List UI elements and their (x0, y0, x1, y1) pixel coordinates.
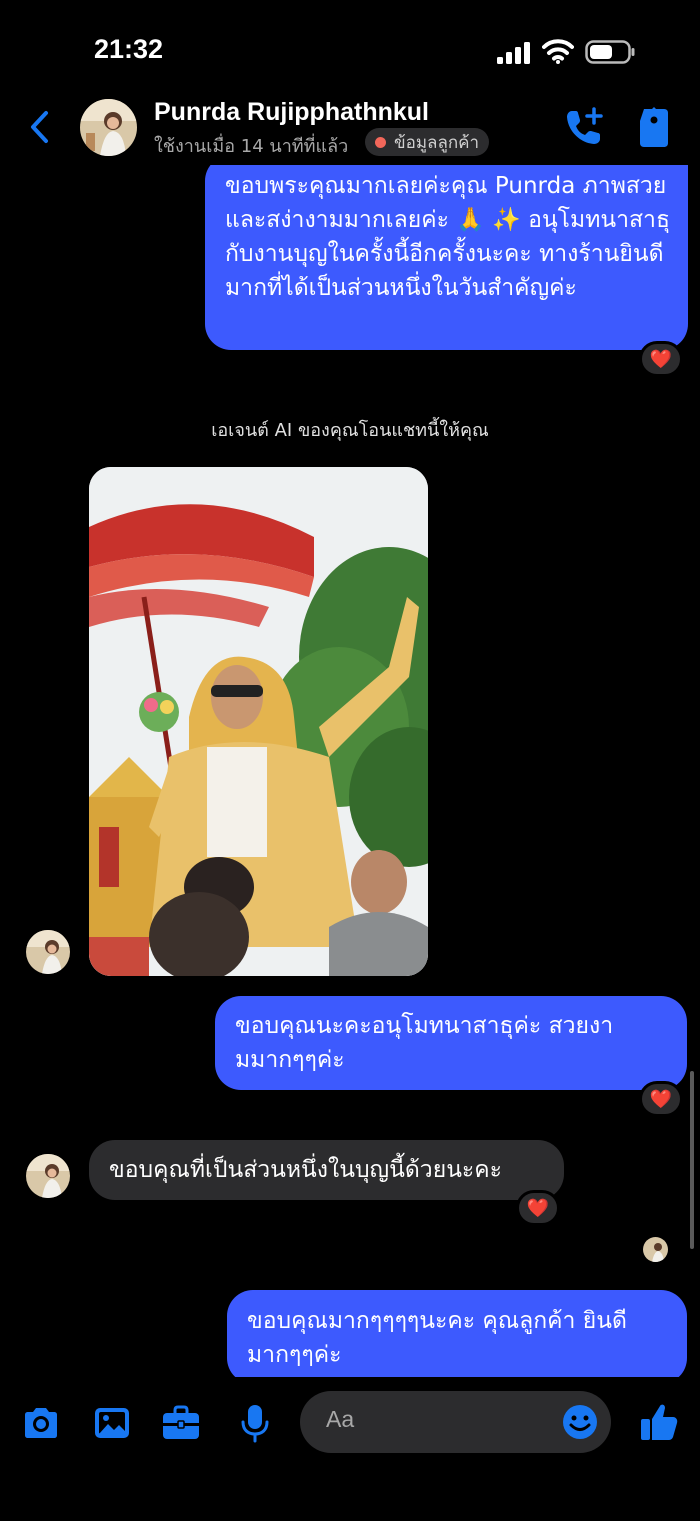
chat-header: Punrda Rujipphathnkul ใช้งานเมื่อ 14 นาท… (0, 95, 700, 165)
outgoing-message[interactable]: ขอบคุณนะคะอนุโมทนาสาธุค่ะ สวยงามมากๆๆค่ะ (215, 996, 687, 1090)
emoji-icon[interactable] (560, 1402, 600, 1442)
contact-avatar-small[interactable] (26, 1154, 70, 1198)
message-input[interactable]: Aa (300, 1391, 611, 1453)
outgoing-message[interactable]: ขอบพระคุณมากเลยค่ะคุณ Punrda ภาพสวยและสง… (205, 165, 688, 350)
microphone-icon[interactable] (235, 1403, 275, 1443)
thumbs-up-icon[interactable] (638, 1401, 680, 1443)
heart-reaction[interactable]: ❤️ (639, 1081, 683, 1117)
camera-icon[interactable] (21, 1403, 61, 1443)
briefcase-icon[interactable] (161, 1403, 201, 1443)
contact-avatar-small[interactable] (26, 930, 70, 974)
status-dot-icon (375, 136, 386, 148)
battery-icon (585, 40, 635, 64)
back-chevron-icon[interactable] (24, 107, 58, 147)
status-bar: 21:32 (0, 0, 700, 95)
read-receipt-avatar (643, 1237, 668, 1262)
wifi-icon (542, 39, 574, 64)
message-composer: Aa (0, 1377, 700, 1521)
customer-info-chip[interactable]: ข้อมูลลูกค้า (365, 128, 490, 156)
last-active-status: ใช้งานเมื่อ 14 นาทีที่แล้ว (154, 136, 349, 157)
heart-reaction[interactable]: ❤️ (516, 1190, 560, 1226)
cellular-signal-icon (497, 42, 530, 64)
customer-info-label: ข้อมูลลูกค้า (394, 132, 480, 153)
message-input-placeholder: Aa (326, 1406, 355, 1432)
incoming-message[interactable]: ขอบคุณที่เป็นส่วนหนึ่งในบุญนี้ด้วยนะคะ (89, 1140, 564, 1200)
outgoing-message[interactable]: ขอบคุณมากๆๆๆๆนะคะ คุณลูกค้า ยินดีมากๆๆค่… (227, 1290, 687, 1377)
heart-reaction[interactable]: ❤️ (639, 341, 683, 377)
scrollbar[interactable] (690, 1071, 694, 1249)
ordination-ceremony-photo[interactable] (89, 467, 428, 976)
contact-avatar[interactable] (80, 99, 137, 156)
phone-add-icon[interactable] (564, 107, 604, 147)
status-time: 21:32 (94, 34, 164, 64)
gallery-icon[interactable] (92, 1403, 132, 1443)
contact-name[interactable]: Punrda Rujipphathnkul (154, 98, 429, 127)
system-notice: เอเจนต์ AI ของคุณโอนแชทนี้ให้คุณ (211, 420, 489, 441)
message-list[interactable]: ขอบพระคุณมากเลยค่ะคุณ Punrda ภาพสวยและสง… (0, 165, 700, 1377)
tag-icon[interactable] (636, 105, 672, 149)
